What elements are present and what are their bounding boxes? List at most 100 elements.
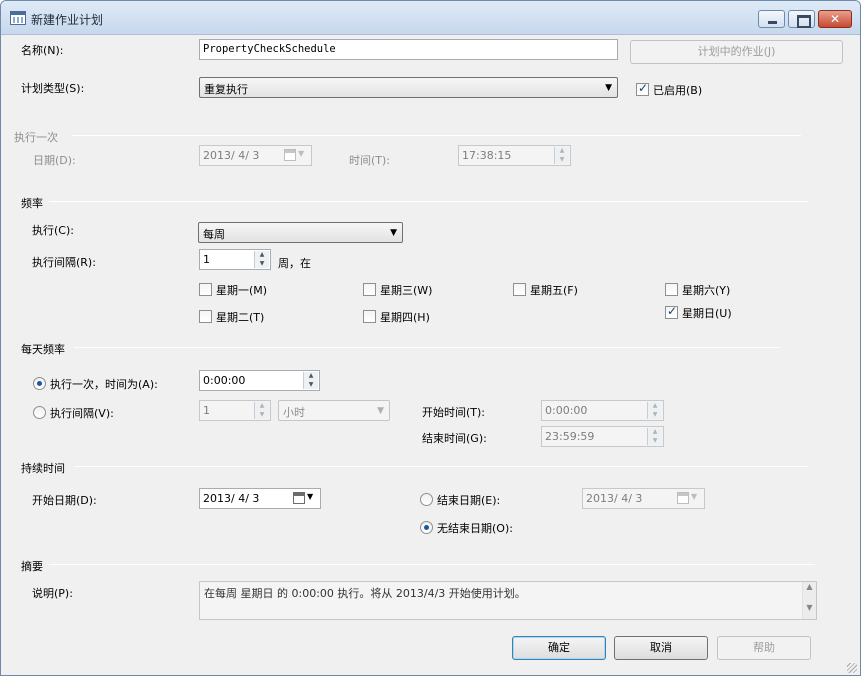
description-textarea[interactable]: 在每周 星期日 的 0:00:00 执行。将从 2013/4/3 开始使用计划。…: [199, 581, 817, 620]
spin-arrows-icon: ▲ ▼: [647, 402, 662, 419]
daily-every-unit-value: 小时: [283, 406, 305, 419]
schedule-calendar-icon: [10, 11, 26, 25]
saturday-label: 星期六(Y): [682, 284, 731, 297]
schedule-type-label: 计划类型(S):: [21, 82, 85, 95]
once-date-picker[interactable]: 2013/ 4/ 3 ▼: [199, 145, 312, 166]
monday-checkbox[interactable]: [199, 283, 212, 296]
end-date-value: 2013/ 4/ 3: [586, 492, 643, 505]
once-date-value: 2013/ 4/ 3: [203, 149, 260, 162]
friday-checkbox[interactable]: [513, 283, 526, 296]
name-label: 名称(N):: [21, 44, 64, 57]
ok-button[interactable]: 确定: [512, 636, 606, 660]
thursday-checkbox[interactable]: [363, 310, 376, 323]
end-date-label: 结束日期(E):: [437, 494, 501, 507]
enabled-checkbox[interactable]: [636, 81, 649, 96]
wednesday-label: 星期三(W): [380, 284, 433, 297]
enabled-label: 已启用(B): [653, 84, 703, 97]
frequency-section-header: 频率: [21, 197, 43, 210]
daily-once-label: 执行一次，时间为(A):: [50, 378, 158, 391]
once-time-input[interactable]: 17:38:15 ▲ ▼: [458, 145, 571, 166]
no-end-date-label: 无结束日期(O):: [437, 522, 513, 535]
schedule-type-value: 重复执行: [204, 83, 248, 96]
daily-every-unit-select[interactable]: 小时 ▼: [278, 400, 390, 421]
scroll-down-icon[interactable]: ▼: [803, 603, 816, 612]
daily-start-time-input[interactable]: 0:00:00 ▲ ▼: [541, 400, 664, 421]
scroll-up-icon[interactable]: ▲: [803, 582, 816, 591]
calendar-dropdown-icon: ▼: [284, 149, 308, 162]
spin-arrows-icon: ▲ ▼: [303, 372, 318, 389]
schedule-type-select[interactable]: 重复执行 ▼: [199, 77, 618, 98]
daily-once-radio[interactable]: [33, 377, 46, 390]
close-button[interactable]: [818, 10, 852, 28]
recurs-every-label: 执行间隔(R):: [32, 256, 96, 269]
section-divider: [74, 347, 780, 348]
daily-once-time-value: 0:00:00: [203, 374, 246, 387]
window-title: 新建作业计划: [31, 13, 104, 27]
thursday-label: 星期四(H): [380, 311, 430, 324]
occurs-value: 每周: [203, 228, 225, 241]
recurs-suffix: 周，在: [278, 257, 311, 270]
dialog-body: 名称(N): PropertyCheckSchedule 计划中的作业(J) 计…: [2, 36, 859, 675]
section-divider: [74, 466, 808, 467]
daily-every-input[interactable]: 1 ▲ ▼: [199, 400, 271, 421]
no-end-date-radio[interactable]: [420, 521, 433, 534]
daily-start-time-label: 开始时间(T):: [422, 406, 486, 419]
end-date-radio[interactable]: [420, 493, 433, 506]
start-date-value: 2013/ 4/ 3: [203, 492, 260, 505]
spin-arrows-icon: ▲ ▼: [647, 428, 662, 445]
start-date-picker[interactable]: 2013/ 4/ 3 ▼: [199, 488, 321, 509]
sunday-label: 星期日(U): [682, 307, 732, 320]
daily-frequency-section-header: 每天频率: [21, 343, 65, 356]
start-date-label: 开始日期(D):: [32, 494, 97, 507]
minimize-button[interactable]: [758, 10, 785, 28]
maximize-button[interactable]: [788, 10, 815, 28]
name-input[interactable]: PropertyCheckSchedule: [199, 39, 618, 60]
once-date-label: 日期(D):: [33, 154, 76, 167]
daily-every-label: 执行间隔(V):: [50, 407, 114, 420]
daily-every-radio[interactable]: [33, 406, 46, 419]
section-divider: [49, 201, 808, 202]
once-time-value: 17:38:15: [462, 149, 512, 162]
sunday-checkbox[interactable]: [665, 304, 678, 319]
calendar-dropdown-icon: ▼: [293, 492, 317, 505]
daily-once-time-input[interactable]: 0:00:00 ▲ ▼: [199, 370, 320, 391]
section-divider: [49, 564, 815, 565]
help-button[interactable]: 帮助: [717, 636, 811, 660]
description-text: 在每周 星期日 的 0:00:00 执行。将从 2013/4/3 开始使用计划。: [204, 587, 526, 600]
spin-arrows-icon: ▲ ▼: [554, 147, 569, 164]
end-date-picker[interactable]: 2013/ 4/ 3 ▼: [582, 488, 705, 509]
daily-end-time-value: 23:59:59: [545, 430, 595, 443]
once-time-label: 时间(T):: [349, 154, 391, 167]
description-scrollbar[interactable]: ▲ ▼: [802, 582, 816, 619]
tuesday-label: 星期二(T): [216, 311, 265, 324]
resize-grip-icon[interactable]: [847, 663, 857, 673]
spin-arrows-icon: ▲ ▼: [254, 251, 269, 268]
chevron-down-icon: ▼: [605, 83, 612, 93]
summary-section-header: 摘要: [21, 560, 43, 573]
occurs-select[interactable]: 每周 ▼: [198, 222, 403, 243]
occurs-label: 执行(C):: [32, 224, 74, 237]
friday-label: 星期五(F): [530, 284, 578, 297]
chevron-down-icon: ▼: [377, 406, 384, 416]
daily-start-time-value: 0:00:00: [545, 404, 588, 417]
recurs-every-input[interactable]: 1 ▲ ▼: [199, 249, 271, 270]
wednesday-checkbox[interactable]: [363, 283, 376, 296]
monday-label: 星期一(M): [216, 284, 268, 297]
tuesday-checkbox[interactable]: [199, 310, 212, 323]
section-divider: [72, 135, 801, 136]
new-job-schedule-dialog: 新建作业计划 名称(N): PropertyCheckSchedule 计划中的…: [0, 0, 861, 676]
chevron-down-icon: ▼: [390, 228, 397, 238]
title-bar[interactable]: 新建作业计划: [1, 1, 860, 35]
daily-end-time-label: 结束时间(G):: [422, 432, 487, 445]
saturday-checkbox[interactable]: [665, 283, 678, 296]
daily-end-time-input[interactable]: 23:59:59 ▲ ▼: [541, 426, 664, 447]
recurs-every-value: 1: [203, 253, 210, 266]
cancel-button[interactable]: 取消: [614, 636, 708, 660]
spin-arrows-icon: ▲ ▼: [254, 402, 269, 419]
calendar-dropdown-icon: ▼: [677, 492, 701, 505]
description-label: 说明(P):: [32, 587, 73, 600]
daily-every-value: 1: [203, 404, 210, 417]
jobs-in-schedule-button[interactable]: 计划中的作业(J): [630, 40, 843, 64]
duration-section-header: 持续时间: [21, 462, 65, 475]
one-time-section-header: 执行一次: [14, 131, 58, 144]
